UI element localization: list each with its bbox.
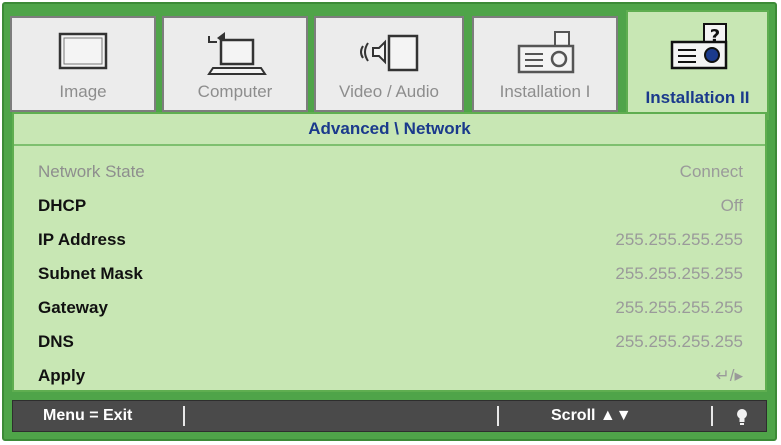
footer-divider xyxy=(183,406,185,426)
laptop-icon xyxy=(164,28,306,80)
tab-computer[interactable]: Computer xyxy=(162,16,308,112)
row-ip-address[interactable]: IP Address 255.255.255.255 xyxy=(14,226,765,260)
row-label: Subnet Mask xyxy=(38,264,143,283)
footer-bar: Menu = Exit Scroll ▲▼ xyxy=(12,400,767,432)
row-label: DHCP xyxy=(38,196,87,215)
row-label: Gateway xyxy=(38,298,108,317)
tab-label: Image xyxy=(59,82,107,101)
projector-help-icon: ? xyxy=(628,22,767,74)
network-panel: Advanced \ Network Network State Connect… xyxy=(12,112,767,392)
speaker-screen-icon xyxy=(316,28,462,80)
row-value: 255.255.255.255 xyxy=(615,230,743,249)
row-dhcp[interactable]: DHCP Off xyxy=(14,192,765,226)
tab-installation-2[interactable]: ? Installation II xyxy=(626,10,769,120)
enter-arrow-icon: ↵/▸ xyxy=(715,366,743,385)
tab-bar: Image Computer Video / Audio Installatio… xyxy=(10,10,769,120)
tab-label: Installation II xyxy=(645,88,750,107)
tab-label: Video / Audio xyxy=(339,82,439,101)
footer-divider xyxy=(497,406,499,426)
menu-exit-hint: Menu = Exit xyxy=(43,407,133,424)
row-label: DNS xyxy=(38,332,74,351)
row-value: Off xyxy=(720,196,743,215)
lightbulb-icon xyxy=(735,408,749,431)
settings-list: Network State Connect DHCP Off IP Addres… xyxy=(14,158,765,396)
tab-installation-1[interactable]: Installation I xyxy=(472,16,618,112)
row-label: Apply xyxy=(38,366,86,385)
row-dns[interactable]: DNS 255.255.255.255 xyxy=(14,328,765,362)
row-label: Network State xyxy=(38,162,145,181)
row-gateway[interactable]: Gateway 255.255.255.255 xyxy=(14,294,765,328)
row-value: 255.255.255.255 xyxy=(615,298,743,317)
tab-label: Computer xyxy=(197,82,273,101)
tab-image[interactable]: Image xyxy=(10,16,156,112)
row-label: IP Address xyxy=(38,230,126,249)
monitor-icon xyxy=(12,28,154,80)
panel-title: Advanced \ Network xyxy=(14,114,765,146)
tab-label: Installation I xyxy=(499,82,591,101)
row-network-state: Network State Connect xyxy=(14,158,765,192)
row-subnet-mask[interactable]: Subnet Mask 255.255.255.255 xyxy=(14,260,765,294)
osd-menu: Image Computer Video / Audio Installatio… xyxy=(2,2,777,441)
scroll-hint: Scroll ▲▼ xyxy=(551,407,632,424)
row-value: 255.255.255.255 xyxy=(615,332,743,351)
row-value: Connect xyxy=(679,162,743,181)
footer-divider xyxy=(711,406,713,426)
row-value: 255.255.255.255 xyxy=(615,264,743,283)
projector-icon xyxy=(474,28,616,80)
tab-video-audio[interactable]: Video / Audio xyxy=(314,16,464,112)
row-apply[interactable]: Apply ↵/▸ xyxy=(14,362,765,396)
